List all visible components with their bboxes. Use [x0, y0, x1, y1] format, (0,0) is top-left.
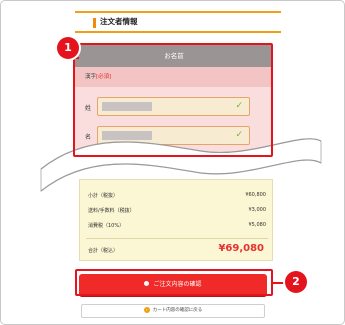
- step-badge-1: 1: [57, 37, 79, 59]
- summary-label: 小計（税抜）: [88, 193, 119, 199]
- summary-divider: [86, 238, 268, 239]
- order-summary: 小計（税抜） ¥60,800 送料/手数料（税抜） ¥3,000 消費税（10%…: [79, 179, 273, 261]
- summary-row: 送料/手数料（税抜） ¥3,000: [88, 207, 266, 217]
- step-badge-2: 2: [285, 271, 307, 293]
- orderer-info-header: 注文者情報: [75, 11, 281, 33]
- header-accent-bar: [93, 18, 96, 28]
- summary-value: ¥5,080: [248, 222, 267, 228]
- screenshot-frame: 注文者情報 お名前 漢字[必須] 姓 ✓ 名 ✓ 全角かな 小計（税抜） ¥60…: [0, 0, 345, 325]
- highlight-box-name: [73, 43, 273, 157]
- summary-value: ¥3,000: [248, 207, 267, 213]
- total-value: ¥69,080: [218, 243, 264, 254]
- summary-label: 送料/手数料（税抜）: [88, 208, 135, 214]
- summary-value: ¥60,800: [245, 192, 266, 198]
- kana-note: 全角かな: [218, 160, 241, 166]
- summary-row: 小計（税抜） ¥60,800: [88, 192, 266, 202]
- summary-row: 消費税（10%） ¥5,080: [88, 222, 266, 232]
- total-label: 合計（税込）: [88, 248, 119, 254]
- highlight-box-confirm: [75, 269, 273, 296]
- arrow-icon: ›: [143, 306, 150, 313]
- back-to-cart-label: カート内容の確認に戻る: [152, 308, 203, 313]
- section-title: 注文者情報: [100, 17, 138, 26]
- back-to-cart-button[interactable]: › カート内容の確認に戻る: [81, 304, 265, 318]
- summary-label: 消費税（10%）: [88, 223, 125, 229]
